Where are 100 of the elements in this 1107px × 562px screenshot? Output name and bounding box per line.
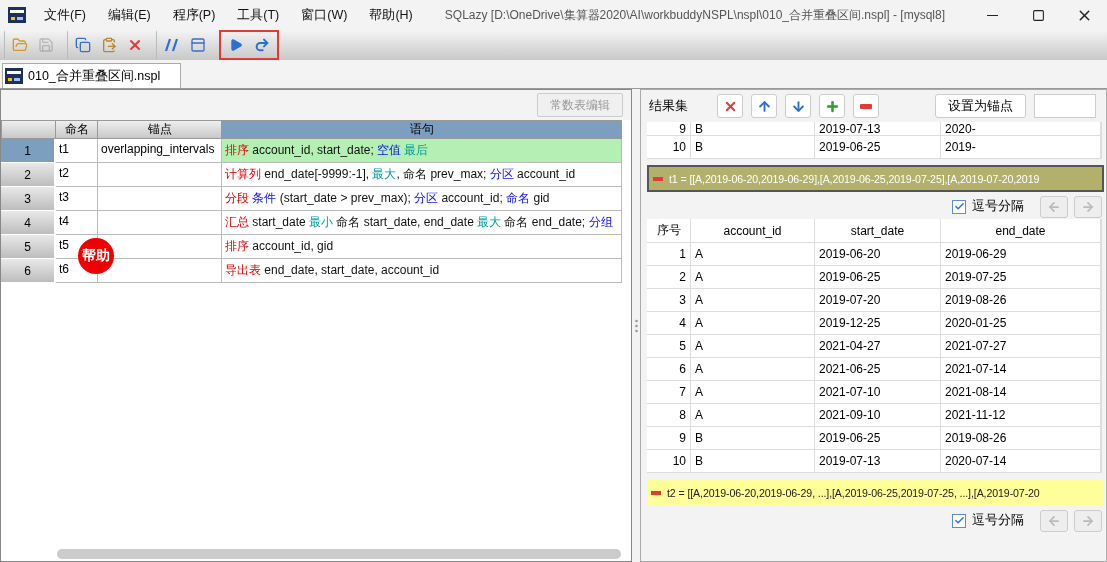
statement-cell: 计算列 end_date[-9999:-1], 最大, 命名 prev_max; 分区 account_id: [222, 163, 622, 187]
checkbox[interactable]: [952, 513, 966, 528]
table-cell: 2021-07-10: [815, 381, 941, 404]
table-cell: 2019-08-26: [941, 289, 1101, 312]
column-header: account_id: [691, 219, 815, 243]
column-header: 序号: [647, 219, 691, 243]
table-cell: B: [691, 450, 815, 473]
checkbox[interactable]: [952, 199, 966, 214]
table-cell: 2019-07-25: [941, 266, 1101, 289]
table-cell: A: [691, 266, 815, 289]
row-header[interactable]: 3: [1, 187, 56, 211]
menu-item[interactable]: 窗口(W): [297, 6, 352, 24]
column-header[interactable]: 命名: [56, 120, 98, 139]
column-header: start_date: [815, 219, 941, 243]
table-cell: 2019-06-25: [815, 136, 941, 159]
column-header[interactable]: 锚点: [98, 120, 222, 139]
window-icon: [190, 37, 206, 53]
result-set-bar[interactable]: t2 = [[A,2019-06-20,2019-06-29, ...],[A,2019-06-25,2019-07-25, ...],[A,2019-07-20: [647, 479, 1104, 506]
result-expression: t2 = [[A,2019-06-20,2019-06-29, ...],[A,2019-06-25,2019-07-25, ...],[A,2019-07-20: [667, 486, 1040, 499]
table-cell: 2021-07-27: [941, 335, 1101, 358]
action-button[interactable]: [751, 94, 777, 118]
table-cell: 2020-: [941, 122, 1101, 136]
table-cell: 2021-08-14: [941, 381, 1101, 404]
menu-item[interactable]: 工具(T): [233, 6, 284, 24]
double-slash-icon: [164, 38, 180, 52]
table-cell: 2020-01-25: [941, 312, 1101, 335]
table-cell: A: [691, 289, 815, 312]
action-button[interactable]: [785, 94, 811, 118]
row-header[interactable]: 5: [1, 235, 56, 259]
table-cell: A: [691, 358, 815, 381]
menu-item[interactable]: 程序(P): [168, 6, 220, 24]
table-cell: 2021-04-27: [815, 335, 941, 358]
action-button[interactable]: [853, 94, 879, 118]
table-cell: 2019-06-25: [815, 427, 941, 450]
column-header: end_date: [941, 219, 1101, 243]
column-header[interactable]: 语句: [222, 120, 622, 139]
table-cell: 10: [647, 450, 691, 473]
table-cell: t4: [56, 211, 98, 235]
table-cell: 2020-07-14: [941, 450, 1101, 473]
table-cell: 2021-06-25: [815, 358, 941, 381]
checkbox-label: 逗号分隔: [972, 512, 1024, 529]
menu-item[interactable]: 帮助(H): [365, 6, 417, 24]
file-icon: [5, 68, 23, 84]
play-icon: [229, 38, 243, 52]
input-field[interactable]: [1034, 94, 1096, 118]
action-button[interactable]: [819, 94, 845, 118]
table-cell: 9: [647, 427, 691, 450]
table-cell: 2019-08-26: [941, 427, 1101, 450]
menu-item[interactable]: 文件(F): [40, 6, 90, 24]
row-header[interactable]: 4: [1, 211, 56, 235]
table-cell: 2: [647, 266, 691, 289]
table-cell: 2019-: [941, 136, 1101, 159]
table-cell: B: [691, 136, 815, 159]
row-header[interactable]: 1: [1, 139, 56, 163]
table-cell: A: [691, 243, 815, 266]
step-arrow-icon: [254, 37, 270, 53]
table-cell: overlapping_intervals: [98, 139, 222, 163]
table-cell: 2019-06-25: [815, 266, 941, 289]
table-cell: 2021-09-10: [815, 404, 941, 427]
row-header[interactable]: 6: [1, 259, 56, 283]
menu-item[interactable]: 编辑(E): [103, 6, 155, 24]
table-cell: 7: [647, 381, 691, 404]
table-cell: 9: [647, 122, 691, 136]
action-button[interactable]: [717, 94, 743, 118]
scrollbar-thumb[interactable]: [57, 549, 621, 559]
statement-cell: 排序 account_id, gid: [222, 235, 622, 259]
table-cell: t3: [56, 187, 98, 211]
table-cell: 2019-07-13: [815, 122, 941, 136]
table-cell: 5: [647, 335, 691, 358]
statement-cell: 排序 account_id, start_date; 空值 最后: [222, 139, 622, 163]
row-header[interactable]: 2: [1, 163, 56, 187]
maximize-icon: [1031, 8, 1045, 22]
table-cell: B: [691, 122, 815, 136]
collapse-icon[interactable]: [651, 490, 661, 495]
table-cell: 2019-07-20: [815, 289, 941, 312]
floppy-icon: [38, 37, 54, 53]
table-cell: 2019-12-25: [815, 312, 941, 335]
table-cell: 6: [647, 358, 691, 381]
minimize-icon: [986, 14, 998, 16]
statement-cell: 汇总 start_date 最小 命名 start_date, end_date 最大 命名 end_date; 分组: [222, 211, 622, 235]
table-cell: A: [691, 404, 815, 427]
table-cell: t1: [56, 139, 98, 163]
table-cell: A: [691, 312, 815, 335]
table-cell: A: [691, 335, 815, 358]
statement-cell: 分段 条件 (start_date > prev_max); 分区 account_id; 命名 gid: [222, 187, 622, 211]
table-cell: B: [691, 427, 815, 450]
close-icon: [127, 37, 143, 53]
window-title: SQLazy [D:\OneDrive\集算器2020\AI\workbuddyNSPL\nspl\010_合并重叠区间.nspl] - [mysql8]: [443, 6, 946, 24]
copy-icon: [75, 37, 91, 53]
collapse-icon[interactable]: [653, 176, 663, 181]
table-cell: 2021-07-14: [941, 358, 1101, 381]
set-anchor-button[interactable]: 设置为锚点: [935, 94, 1026, 118]
file-tab[interactable]: 010_合并重叠区间.nspl: [2, 63, 182, 88]
header-corner: [1, 120, 56, 139]
table-cell: 2021-11-12: [941, 404, 1101, 427]
splitter-handle-icon: [634, 318, 638, 333]
app-logo-icon: [8, 7, 26, 23]
plus-icon: [824, 98, 840, 114]
table-cell: t2: [56, 163, 98, 187]
table-cell: 10: [647, 136, 691, 159]
